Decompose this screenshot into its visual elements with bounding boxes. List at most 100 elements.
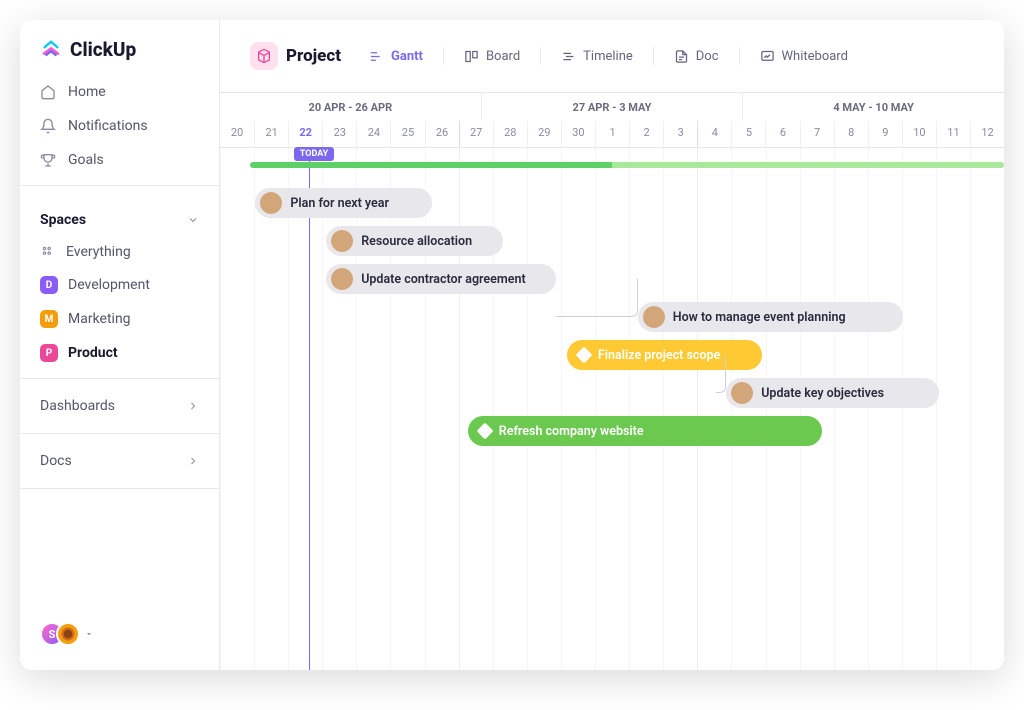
grid-icon xyxy=(40,244,56,260)
task-bar[interactable]: Refresh company website xyxy=(468,416,822,446)
tab-label: Doc xyxy=(696,49,719,64)
caret-down-icon[interactable] xyxy=(84,629,94,639)
project-title-chip[interactable]: Project xyxy=(240,34,351,78)
week-label: 20 APR - 26 APR xyxy=(220,93,481,121)
task-bar[interactable]: Plan for next year xyxy=(255,188,432,218)
doc-icon xyxy=(674,49,689,64)
bell-icon xyxy=(40,118,56,134)
space-badge: P xyxy=(40,344,58,362)
timeline-header: 20 APR - 26 APR27 APR - 3 MAY4 MAY - 10 … xyxy=(220,93,1004,148)
dependency-connector xyxy=(556,279,637,317)
task-label: How to manage event planning xyxy=(673,310,846,325)
tab-label: Whiteboard xyxy=(782,49,848,64)
task-bar[interactable]: Update contractor agreement xyxy=(326,264,556,294)
chevron-right-icon xyxy=(187,400,199,412)
tab-separator xyxy=(739,47,740,65)
tab-timeline[interactable]: Timeline xyxy=(549,42,645,71)
day-label: 22 xyxy=(288,121,322,147)
day-label: 20 xyxy=(220,121,254,147)
menu-docs[interactable]: Docs xyxy=(20,442,219,480)
task-bar[interactable]: Update key objectives xyxy=(726,378,938,408)
logo-text: ClickUp xyxy=(70,38,136,61)
topbar: Project Gantt Board Timeline Doc xyxy=(220,20,1004,93)
space-badge: D xyxy=(40,276,58,294)
tasks-layer: Plan for next year Resource allocation Upd… xyxy=(220,148,1004,670)
assignee-avatar xyxy=(260,192,282,214)
assignee-avatar xyxy=(731,382,753,404)
nav-home[interactable]: Home xyxy=(20,75,219,109)
day-label: 9 xyxy=(868,121,902,147)
space-item-marketing[interactable]: MMarketing xyxy=(20,302,219,336)
day-row: 2021222324252627282930123456789101112TOD… xyxy=(220,121,1004,147)
board-icon xyxy=(464,49,479,64)
space-badge: M xyxy=(40,310,58,328)
day-label: 28 xyxy=(493,121,527,147)
task-label: Refresh company website xyxy=(499,424,644,439)
task-label: Update key objectives xyxy=(761,386,884,401)
app-window: ClickUp Home Notifications Goals Spaces … xyxy=(20,20,1004,670)
tab-label: Gantt xyxy=(391,49,423,64)
spaces-header[interactable]: Spaces xyxy=(20,194,219,236)
day-label: 7 xyxy=(800,121,834,147)
assignee-avatar xyxy=(331,230,353,252)
diamond-icon xyxy=(575,347,592,364)
day-label: 1 xyxy=(595,121,629,147)
nav-notifications[interactable]: Notifications xyxy=(20,109,219,143)
space-label: Development xyxy=(68,277,150,293)
main-content: Project Gantt Board Timeline Doc xyxy=(220,20,1004,670)
tab-whiteboard[interactable]: Whiteboard xyxy=(748,42,860,71)
sidebar-avatars[interactable]: S xyxy=(20,622,219,652)
day-label: 6 xyxy=(765,121,799,147)
dependency-connector xyxy=(716,355,727,393)
nav-label: Home xyxy=(68,84,106,100)
assignee-avatar xyxy=(643,306,665,328)
task-bar[interactable]: Finalize project scope xyxy=(567,340,762,370)
tab-label: Board xyxy=(486,49,520,64)
gantt-icon xyxy=(369,49,384,64)
chevron-right-icon xyxy=(187,455,199,467)
gantt-chart[interactable]: Plan for next year Resource allocation Upd… xyxy=(220,148,1004,670)
task-bar[interactable]: Resource allocation xyxy=(326,226,503,256)
nav-goals[interactable]: Goals xyxy=(20,143,219,177)
tab-gantt[interactable]: Gantt xyxy=(357,42,435,71)
tab-doc[interactable]: Doc xyxy=(662,42,731,71)
day-label: 2 xyxy=(629,121,663,147)
menu-label: Docs xyxy=(40,453,72,469)
trophy-icon xyxy=(40,152,56,168)
task-bar[interactable]: How to manage event planning xyxy=(638,302,904,332)
space-item-development[interactable]: D Development xyxy=(20,268,219,302)
tab-label: Timeline xyxy=(583,49,633,64)
day-label: 23 xyxy=(322,121,356,147)
nav-label: Notifications xyxy=(68,118,148,134)
task-label: Resource allocation xyxy=(361,234,472,249)
tab-separator xyxy=(653,47,654,65)
divider xyxy=(20,488,219,489)
day-label: 12 xyxy=(970,121,1004,147)
divider xyxy=(20,185,219,186)
timeline-icon xyxy=(561,49,576,64)
cube-icon xyxy=(250,42,278,70)
day-label: 3 xyxy=(663,121,697,147)
day-label: 21 xyxy=(254,121,288,147)
menu-dashboards[interactable]: Dashboards xyxy=(20,387,219,425)
diamond-icon xyxy=(476,423,493,440)
week-label: 4 MAY - 10 MAY xyxy=(742,93,1004,121)
project-title: Project xyxy=(286,46,341,66)
tab-separator xyxy=(443,47,444,65)
logo[interactable]: ClickUp xyxy=(20,38,219,75)
today-badge: TODAY xyxy=(294,147,334,161)
sidebar: ClickUp Home Notifications Goals Spaces … xyxy=(20,20,220,670)
clickup-logo-icon xyxy=(40,39,62,61)
day-label: 25 xyxy=(390,121,424,147)
avatar[interactable] xyxy=(56,622,80,646)
menu-label: Dashboards xyxy=(40,398,115,414)
week-label: 27 APR - 3 MAY xyxy=(481,93,743,121)
space-everything[interactable]: Everything xyxy=(20,236,219,268)
tab-board[interactable]: Board xyxy=(452,42,532,71)
tab-separator xyxy=(540,47,541,65)
home-icon xyxy=(40,84,56,100)
day-label: 10 xyxy=(902,121,936,147)
space-label: Everything xyxy=(66,244,131,260)
space-item-product[interactable]: PProduct xyxy=(20,336,219,370)
day-label: 8 xyxy=(834,121,868,147)
